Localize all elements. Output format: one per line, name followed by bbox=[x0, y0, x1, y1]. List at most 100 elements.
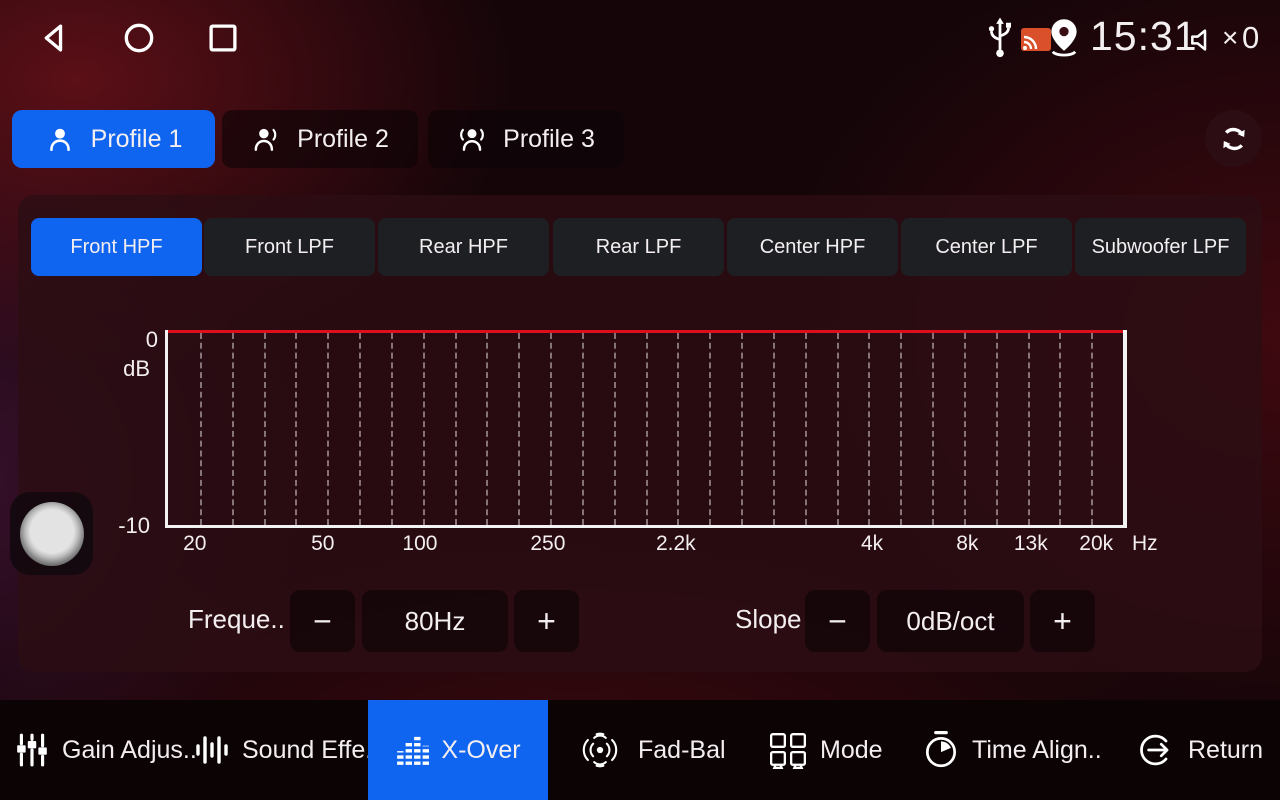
location-icon bbox=[1046, 17, 1082, 59]
plot-gridline bbox=[264, 333, 266, 525]
plot-gridline bbox=[295, 333, 297, 525]
profile-tab-label: Profile 2 bbox=[297, 125, 389, 154]
slope-minus-button[interactable]: − bbox=[805, 590, 870, 652]
filter-tab-label: Subwoofer LPF bbox=[1092, 236, 1230, 259]
y-axis-label: dB bbox=[105, 356, 150, 382]
stopwatch-icon bbox=[922, 730, 960, 770]
profile-tab-2[interactable]: Profile 2 bbox=[222, 110, 418, 168]
clock: 15:31 bbox=[1090, 13, 1198, 60]
x-axis-tick-2.2k: 2.2k bbox=[656, 532, 696, 556]
profile-tab-1[interactable]: Profile 1 bbox=[12, 110, 215, 168]
back-button[interactable] bbox=[34, 17, 76, 59]
profile-tab-label: Profile 1 bbox=[91, 125, 183, 154]
profile-tab-label: Profile 3 bbox=[503, 125, 595, 154]
plot-gridline bbox=[550, 333, 552, 525]
knob-ball-icon bbox=[20, 502, 84, 566]
home-button[interactable] bbox=[118, 17, 160, 59]
nav-item-gain-adjus[interactable]: Gain Adjus.. bbox=[8, 700, 203, 800]
plot-gridline bbox=[486, 333, 488, 525]
plot-gridline bbox=[677, 333, 679, 525]
filter-tab-label: Rear HPF bbox=[419, 236, 508, 259]
bottom-nav: Gain Adjus..Sound Effe.. X-Over Fad-Bal Mod… bbox=[0, 700, 1280, 800]
app-root: { "colors": { "accent_blue": "#1065f0", … bbox=[0, 0, 1280, 800]
slope-plus-button[interactable]: + bbox=[1030, 590, 1095, 652]
volume-muted-icon[interactable] bbox=[1186, 24, 1220, 56]
nav-item-sound-effe[interactable]: Sound Effe.. bbox=[188, 700, 385, 800]
filter-tab-front-lpf[interactable]: Front LPF bbox=[204, 218, 375, 276]
nav-item-time-align[interactable]: Time Align.. bbox=[914, 700, 1110, 800]
filter-tab-center-lpf[interactable]: Center LPF bbox=[901, 218, 1072, 276]
plot-gridline bbox=[1091, 333, 1093, 525]
usb-icon bbox=[982, 16, 1018, 60]
frequency-plus-button[interactable]: + bbox=[514, 590, 579, 652]
recents-button[interactable] bbox=[202, 17, 244, 59]
volume-level: 0 bbox=[1242, 20, 1259, 56]
slope-label: Slope bbox=[735, 604, 802, 635]
x-axis-tick-50: 50 bbox=[311, 532, 334, 556]
plot-gridline bbox=[837, 333, 839, 525]
frequency-label: Freque.. bbox=[188, 604, 285, 635]
plot-gridline bbox=[423, 333, 425, 525]
x-axis-tick-100: 100 bbox=[402, 532, 437, 556]
plot-gridline bbox=[518, 333, 520, 525]
x-axis-tick-250: 250 bbox=[530, 532, 565, 556]
nav-item-label: Time Align.. bbox=[972, 736, 1102, 765]
plot-gridline bbox=[709, 333, 711, 525]
y-axis-tick-minus10: -10 bbox=[105, 513, 150, 539]
refresh-button[interactable] bbox=[1205, 110, 1262, 167]
filter-tab-subwoofer-lpf[interactable]: Subwoofer LPF bbox=[1075, 218, 1246, 276]
filter-tab-label: Rear LPF bbox=[596, 236, 682, 259]
x-axis-tick-8k: 8k bbox=[956, 532, 978, 556]
filter-tab-rear-hpf[interactable]: Rear HPF bbox=[378, 218, 549, 276]
plot-gridline bbox=[200, 333, 202, 525]
person-wave-both-icon bbox=[457, 124, 487, 154]
sound-effect-bars-icon bbox=[194, 731, 230, 769]
nav-item-label: Mode bbox=[820, 736, 883, 765]
x-axis-tick-13k: 13k bbox=[1014, 532, 1048, 556]
volume-muted-x: × bbox=[1222, 22, 1238, 54]
plot-gridline bbox=[646, 333, 648, 525]
plot-gridline bbox=[455, 333, 457, 525]
recents-icon bbox=[204, 19, 242, 57]
floating-assistive-button[interactable] bbox=[10, 492, 93, 575]
person-icon bbox=[45, 124, 75, 154]
nav-item-fad-bal[interactable]: Fad-Bal bbox=[566, 700, 734, 800]
plot-gridline bbox=[391, 333, 393, 525]
plot-gridline bbox=[1059, 333, 1061, 525]
profile-tab-3[interactable]: Profile 3 bbox=[428, 110, 624, 168]
frequency-value: 80Hz bbox=[362, 590, 508, 652]
nav-item-label: X-Over bbox=[441, 736, 520, 765]
gain-sliders-icon bbox=[14, 731, 50, 769]
filter-tab-label: Center LPF bbox=[935, 236, 1037, 259]
frequency-minus-button[interactable]: − bbox=[290, 590, 355, 652]
plot-gridline bbox=[805, 333, 807, 525]
filter-tab-rear-lpf[interactable]: Rear LPF bbox=[553, 218, 724, 276]
filter-tab-label: Front LPF bbox=[245, 236, 334, 259]
nav-item-mode[interactable]: Mode bbox=[760, 700, 891, 800]
plot-gridline bbox=[327, 333, 329, 525]
status-bar: 15:31 × 0 bbox=[0, 0, 1280, 75]
nav-item-label: Return bbox=[1188, 736, 1263, 765]
plot-gridline bbox=[964, 333, 966, 525]
x-axis-tick-4k: 4k bbox=[861, 532, 883, 556]
x-axis-tick-20: 20 bbox=[183, 532, 206, 556]
fader-balance-icon bbox=[574, 730, 626, 770]
plot-gridline bbox=[932, 333, 934, 525]
x-axis-unit: Hz bbox=[1132, 532, 1158, 556]
nav-item-label: Gain Adjus.. bbox=[62, 736, 197, 765]
plot-gridline bbox=[868, 333, 870, 525]
nav-item-return[interactable]: Return bbox=[1128, 700, 1271, 800]
equalizer-columns-icon bbox=[395, 731, 429, 769]
home-icon bbox=[120, 19, 158, 57]
frequency-response-plot[interactable] bbox=[165, 330, 1127, 528]
filter-tab-center-hpf[interactable]: Center HPF bbox=[727, 218, 898, 276]
filter-tab-front-hpf[interactable]: Front HPF bbox=[31, 218, 202, 276]
plot-gridline bbox=[359, 333, 361, 525]
plot-gridline bbox=[614, 333, 616, 525]
nav-item-x-over[interactable]: X-Over bbox=[368, 700, 548, 800]
plot-gridline bbox=[1028, 333, 1030, 525]
filter-tab-label: Front HPF bbox=[70, 236, 162, 259]
plot-gridline bbox=[232, 333, 234, 525]
slope-value: 0dB/oct bbox=[877, 590, 1024, 652]
x-axis-tick-20k: 20k bbox=[1079, 532, 1113, 556]
